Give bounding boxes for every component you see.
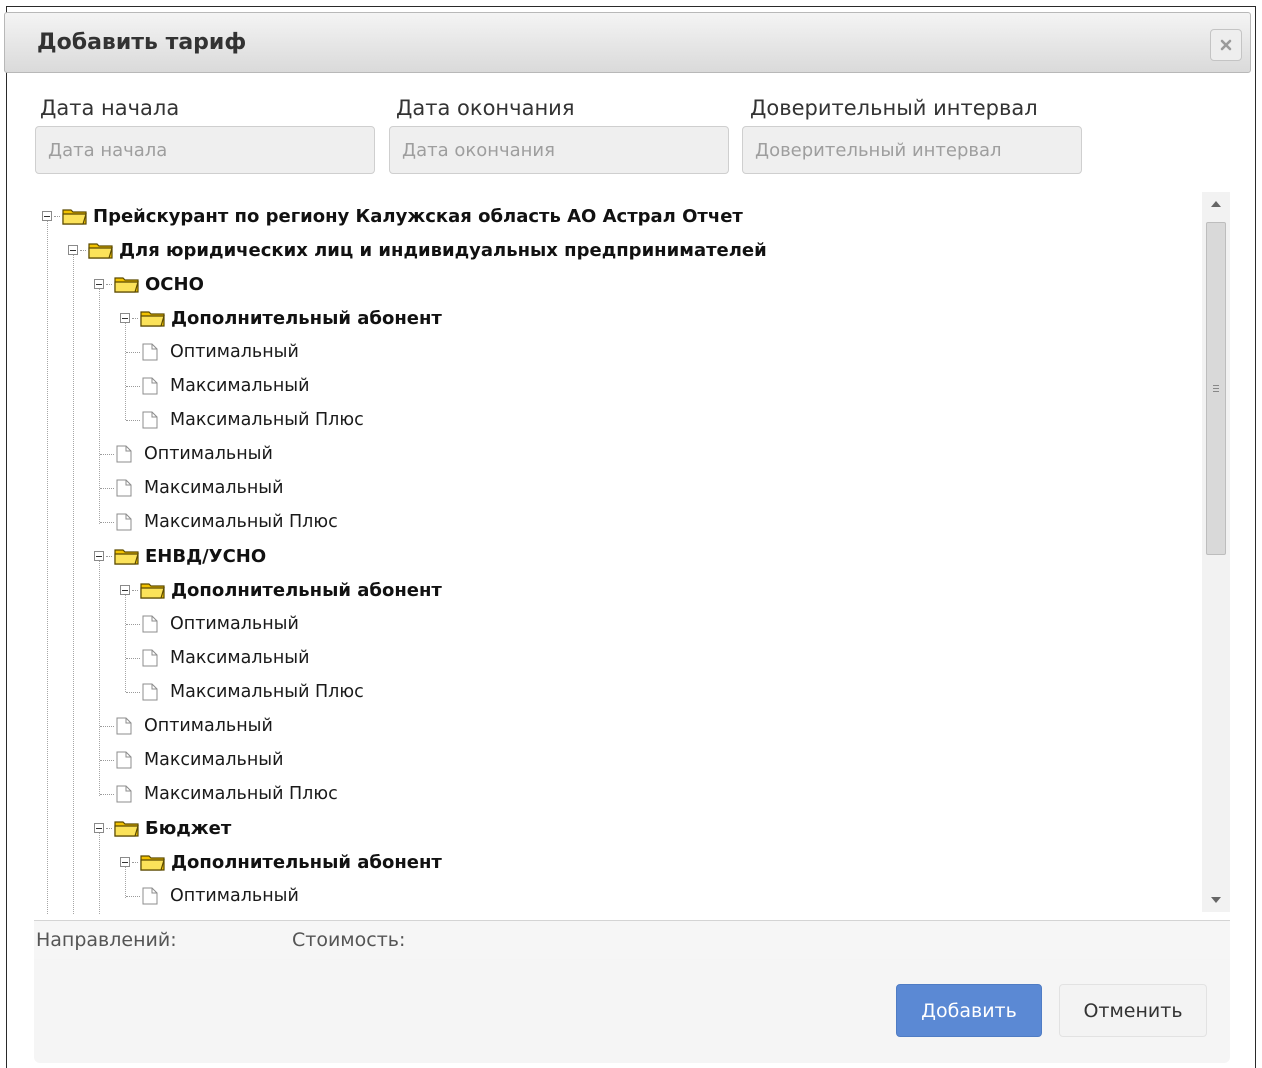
document-icon xyxy=(142,683,158,701)
tree-node-budget[interactable]: Бюджет xyxy=(94,813,231,843)
tree-leaf-label: Максимальный xyxy=(170,376,310,396)
tree-node-budget-extra[interactable]: Дополнительный абонент xyxy=(120,847,442,877)
tree-leaf[interactable]: Максимальный xyxy=(126,371,309,401)
tree-leaf[interactable]: Максимальный xyxy=(100,473,283,503)
start-date-label: Дата начала xyxy=(40,96,180,120)
folder-open-icon xyxy=(140,855,165,871)
dialog-title: Добавить тариф xyxy=(37,30,247,55)
tree-node-label: Дополнительный абонент xyxy=(171,579,442,601)
tree-leaf-label: Оптимальный xyxy=(144,716,273,736)
tree-leaf[interactable]: Максимальный xyxy=(100,745,283,775)
summary-bar: Направлений: Стоимость: xyxy=(34,920,1230,960)
collapse-toggle-icon[interactable] xyxy=(94,551,104,561)
collapse-toggle-icon[interactable] xyxy=(120,857,130,867)
tariff-tree: Прейскурант по региону Калужская область… xyxy=(34,190,1230,914)
tree-node-envd-extra[interactable]: Дополнительный абонент xyxy=(120,575,442,605)
tree-node-envd[interactable]: ЕНВД/УСНО xyxy=(94,541,266,571)
interval-label: Доверительный интервал xyxy=(750,96,1038,120)
tree-leaf[interactable]: Максимальный Плюс xyxy=(126,405,364,435)
document-icon xyxy=(142,411,158,429)
tree-leaf-label: Максимальный xyxy=(170,648,310,668)
document-icon xyxy=(142,649,158,667)
tree-leaf[interactable]: Максимальный xyxy=(126,643,309,673)
document-icon xyxy=(116,445,132,463)
tree-node-label: Для юридических лиц и индивидуальных пре… xyxy=(119,239,767,261)
tree-leaf-label: Максимальный Плюс xyxy=(170,682,364,702)
tree-node-label: Дополнительный абонент xyxy=(171,307,442,329)
tree-leaf-label: Максимальный Плюс xyxy=(170,410,364,430)
tree-leaf[interactable]: Оптимальный xyxy=(126,337,299,367)
end-date-input[interactable] xyxy=(389,126,729,174)
start-date-input[interactable] xyxy=(35,126,375,174)
tree-leaf[interactable]: Оптимальный xyxy=(100,439,273,469)
document-icon xyxy=(116,785,132,803)
document-icon xyxy=(116,479,132,497)
grip-icon xyxy=(1213,383,1219,394)
tree-connector xyxy=(47,216,48,914)
tree-node-osno[interactable]: ОСНО xyxy=(94,269,204,299)
document-icon xyxy=(116,513,132,531)
add-button[interactable]: Добавить xyxy=(896,984,1042,1037)
folder-open-icon xyxy=(62,209,87,225)
tree-node-label: ЕНВД/УСНО xyxy=(145,545,267,567)
close-icon xyxy=(1220,39,1232,51)
document-icon xyxy=(116,751,132,769)
document-icon xyxy=(142,887,158,905)
tree-leaf[interactable]: Оптимальный xyxy=(126,881,299,911)
folder-open-icon xyxy=(140,311,165,327)
tree-node-osno-extra[interactable]: Дополнительный абонент xyxy=(120,303,442,333)
tree-leaf-label: Оптимальный xyxy=(170,342,299,362)
tree-leaf-label: Максимальный xyxy=(144,478,284,498)
tree-connector xyxy=(73,250,74,914)
end-date-label: Дата окончания xyxy=(396,96,575,120)
directions-label: Направлений: xyxy=(36,929,177,951)
tree-leaf[interactable]: Оптимальный xyxy=(126,609,299,639)
tree-node-root[interactable]: Прейскурант по региону Калужская область… xyxy=(42,201,743,231)
tree-leaf-label: Максимальный Плюс xyxy=(144,512,338,532)
tree-node-label: Бюджет xyxy=(145,817,232,839)
tree-leaf-label: Оптимальный xyxy=(144,444,273,464)
arrow-down-icon xyxy=(1211,897,1221,903)
tree-leaf-label: Максимальный Плюс xyxy=(144,784,338,804)
scroll-down-button[interactable] xyxy=(1202,888,1230,912)
tree-node-label: ОСНО xyxy=(145,273,204,295)
collapse-toggle-icon[interactable] xyxy=(94,823,104,833)
arrow-up-icon xyxy=(1211,201,1221,207)
folder-open-icon xyxy=(114,549,139,565)
document-icon xyxy=(116,717,132,735)
tree-node-label: Дополнительный абонент xyxy=(171,851,442,873)
document-icon xyxy=(142,343,158,361)
tree-leaf-label: Оптимальный xyxy=(170,614,299,634)
scroll-thumb[interactable] xyxy=(1206,222,1226,555)
folder-open-icon xyxy=(114,821,139,837)
folder-open-icon xyxy=(114,277,139,293)
cancel-button[interactable]: Отменить xyxy=(1059,984,1207,1037)
dialog-header: Добавить тариф xyxy=(4,12,1251,73)
collapse-toggle-icon[interactable] xyxy=(68,245,78,255)
collapse-toggle-icon[interactable] xyxy=(120,313,130,323)
tree-node-label: Прейскурант по региону Калужская область… xyxy=(93,205,743,227)
tree-leaf[interactable]: Максимальный Плюс xyxy=(100,779,338,809)
tree-leaf[interactable]: Максимальный Плюс xyxy=(126,677,364,707)
interval-input[interactable] xyxy=(742,126,1082,174)
tree-leaf-label: Максимальный xyxy=(144,750,284,770)
collapse-toggle-icon[interactable] xyxy=(42,211,52,221)
dialog-footer: Добавить Отменить xyxy=(34,959,1230,1063)
scroll-up-button[interactable] xyxy=(1202,192,1230,216)
document-icon xyxy=(142,615,158,633)
document-icon xyxy=(142,377,158,395)
collapse-toggle-icon[interactable] xyxy=(120,585,130,595)
tree-scrollbar[interactable] xyxy=(1202,192,1230,912)
folder-open-icon xyxy=(88,243,113,259)
cost-label: Стоимость: xyxy=(292,929,406,951)
tree-leaf-label: Оптимальный xyxy=(170,886,299,906)
tree-leaf[interactable]: Максимальный Плюс xyxy=(100,507,338,537)
tree-leaf[interactable]: Оптимальный xyxy=(100,711,273,741)
tree-node-legal[interactable]: Для юридических лиц и индивидуальных пре… xyxy=(68,235,767,265)
close-button[interactable] xyxy=(1210,29,1242,61)
folder-open-icon xyxy=(140,583,165,599)
collapse-toggle-icon[interactable] xyxy=(94,279,104,289)
